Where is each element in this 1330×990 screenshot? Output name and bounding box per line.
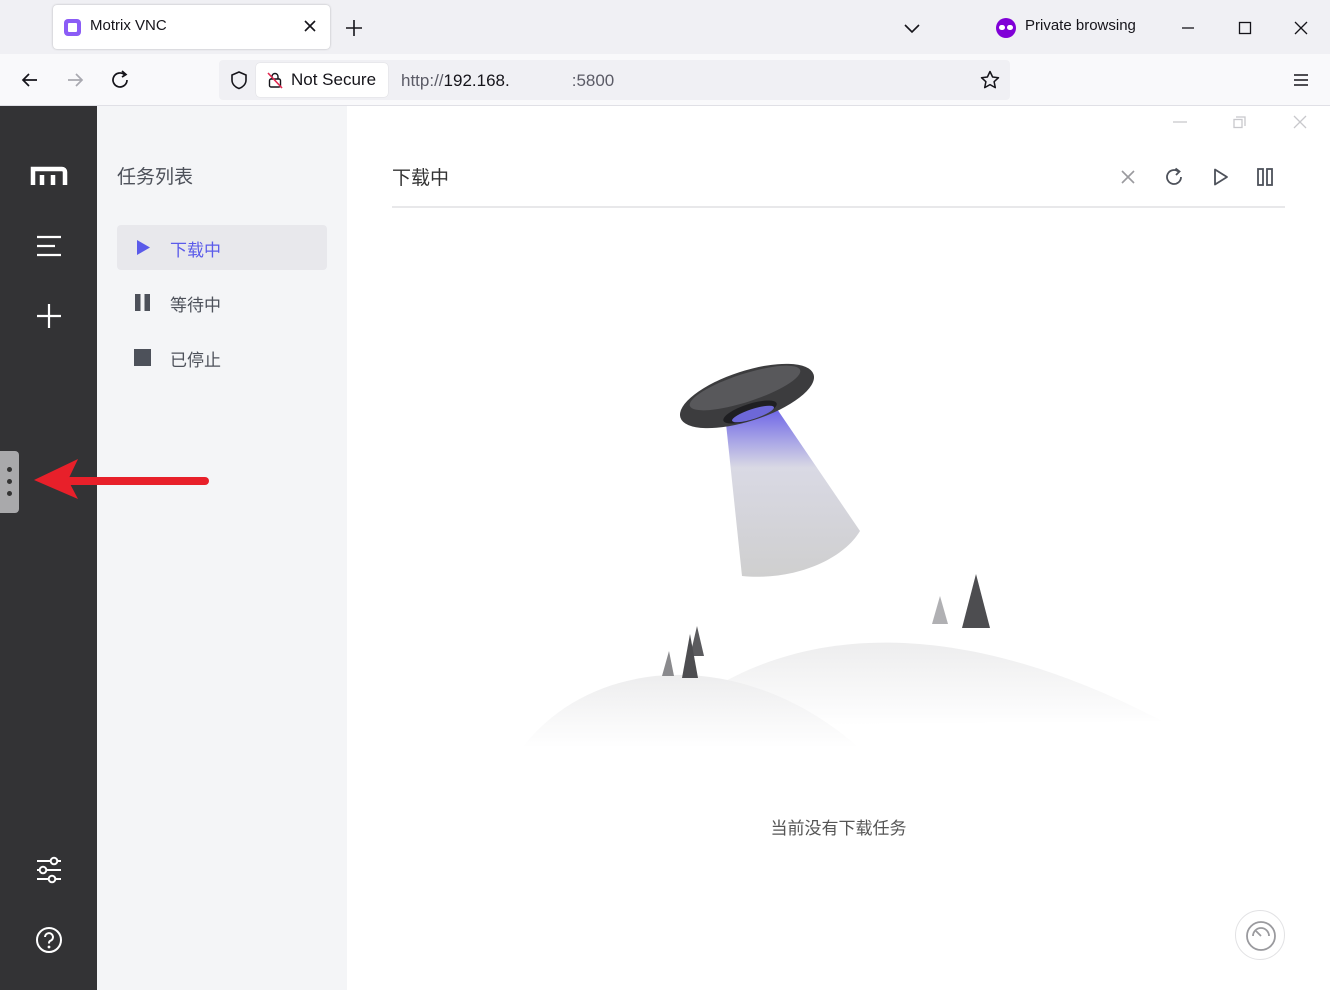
help-icon[interactable] bbox=[28, 919, 70, 961]
hamburger-menu-icon[interactable] bbox=[1288, 67, 1314, 93]
private-browsing-label: Private browsing bbox=[1025, 17, 1136, 34]
sidebar-drawer-handle[interactable] bbox=[0, 451, 19, 513]
url-scheme: http:// bbox=[401, 71, 444, 90]
url-port: :5800 bbox=[571, 71, 615, 90]
url-host: 192.168. bbox=[443, 71, 510, 90]
maximize-window-button[interactable] bbox=[1231, 14, 1259, 42]
back-arrow-icon[interactable] bbox=[17, 67, 43, 93]
play-icon bbox=[137, 240, 150, 255]
stop-icon bbox=[134, 349, 151, 366]
subnav-item-stopped[interactable]: 已停止 bbox=[117, 335, 327, 380]
main-header: 下载中 bbox=[392, 150, 1285, 208]
add-icon[interactable] bbox=[28, 295, 70, 337]
motrix-app: 任务列表 下载中 等待中 已停止 下载中 当前没有下载任务 bbox=[0, 106, 1330, 990]
speedometer-button[interactable] bbox=[1235, 910, 1285, 960]
close-icon[interactable] bbox=[1115, 164, 1141, 190]
close-window-button[interactable] bbox=[1287, 14, 1315, 42]
subnav-title: 任务列表 bbox=[117, 166, 194, 188]
site-security-chip[interactable]: Not Secure bbox=[256, 63, 388, 97]
subnav-item-label: 已停止 bbox=[170, 351, 221, 371]
task-list-icon[interactable] bbox=[28, 225, 70, 267]
tab-title: Motrix VNC bbox=[90, 17, 167, 34]
motrix-logo-icon[interactable] bbox=[28, 155, 70, 197]
new-tab-button[interactable] bbox=[342, 16, 366, 40]
pause-icon bbox=[135, 294, 150, 311]
preferences-icon[interactable] bbox=[28, 849, 70, 891]
bookmark-star-icon[interactable] bbox=[979, 69, 1001, 91]
subnav-item-waiting[interactable]: 等待中 bbox=[117, 280, 327, 325]
browser-nav-bar: Not Secure http://192.168. :5800 bbox=[0, 54, 1330, 106]
task-subnav: 任务列表 下载中 等待中 已停止 bbox=[97, 106, 347, 990]
page-title: 下载中 bbox=[392, 167, 450, 189]
pause-all-icon[interactable] bbox=[1252, 164, 1278, 190]
minimize-window-button[interactable] bbox=[1174, 14, 1202, 42]
private-mask-icon bbox=[996, 18, 1016, 38]
forward-arrow-icon[interactable] bbox=[62, 67, 88, 93]
ufo-empty-illustration bbox=[522, 363, 1162, 748]
speedometer-icon bbox=[1246, 921, 1276, 951]
empty-state-text: 当前没有下载任务 bbox=[770, 819, 907, 839]
main-panel: 下载中 当前没有下载任务 bbox=[347, 106, 1330, 990]
app-sidebar bbox=[0, 106, 97, 990]
not-secure-label: Not Secure bbox=[291, 70, 377, 89]
insecure-lock-icon bbox=[267, 72, 283, 89]
tracking-protection-shield-icon[interactable] bbox=[228, 69, 250, 91]
app-close-icon[interactable] bbox=[1290, 112, 1310, 132]
url-text[interactable]: http://192.168. :5800 bbox=[401, 69, 614, 91]
motrix-favicon-icon bbox=[64, 19, 81, 36]
refresh-icon[interactable] bbox=[1161, 164, 1187, 190]
dot-icon bbox=[7, 467, 12, 472]
app-restore-icon[interactable] bbox=[1230, 112, 1250, 132]
app-minimize-icon[interactable] bbox=[1170, 112, 1190, 132]
browser-tab-bar: Motrix VNC Private browsing bbox=[0, 0, 1330, 54]
url-bar[interactable]: Not Secure http://192.168. :5800 bbox=[219, 60, 1010, 100]
redacted-region bbox=[510, 69, 572, 86]
close-icon[interactable] bbox=[300, 16, 320, 36]
dot-icon bbox=[7, 491, 12, 496]
resume-all-icon[interactable] bbox=[1207, 164, 1233, 190]
dot-icon bbox=[7, 479, 12, 484]
subnav-item-label: 等待中 bbox=[170, 296, 221, 316]
browser-tab[interactable]: Motrix VNC bbox=[53, 5, 330, 49]
subnav-item-active[interactable]: 下载中 bbox=[117, 225, 327, 270]
tab-list-chevron-down-icon[interactable] bbox=[900, 16, 924, 40]
subnav-item-label: 下载中 bbox=[170, 241, 221, 261]
reload-icon[interactable] bbox=[107, 67, 133, 93]
